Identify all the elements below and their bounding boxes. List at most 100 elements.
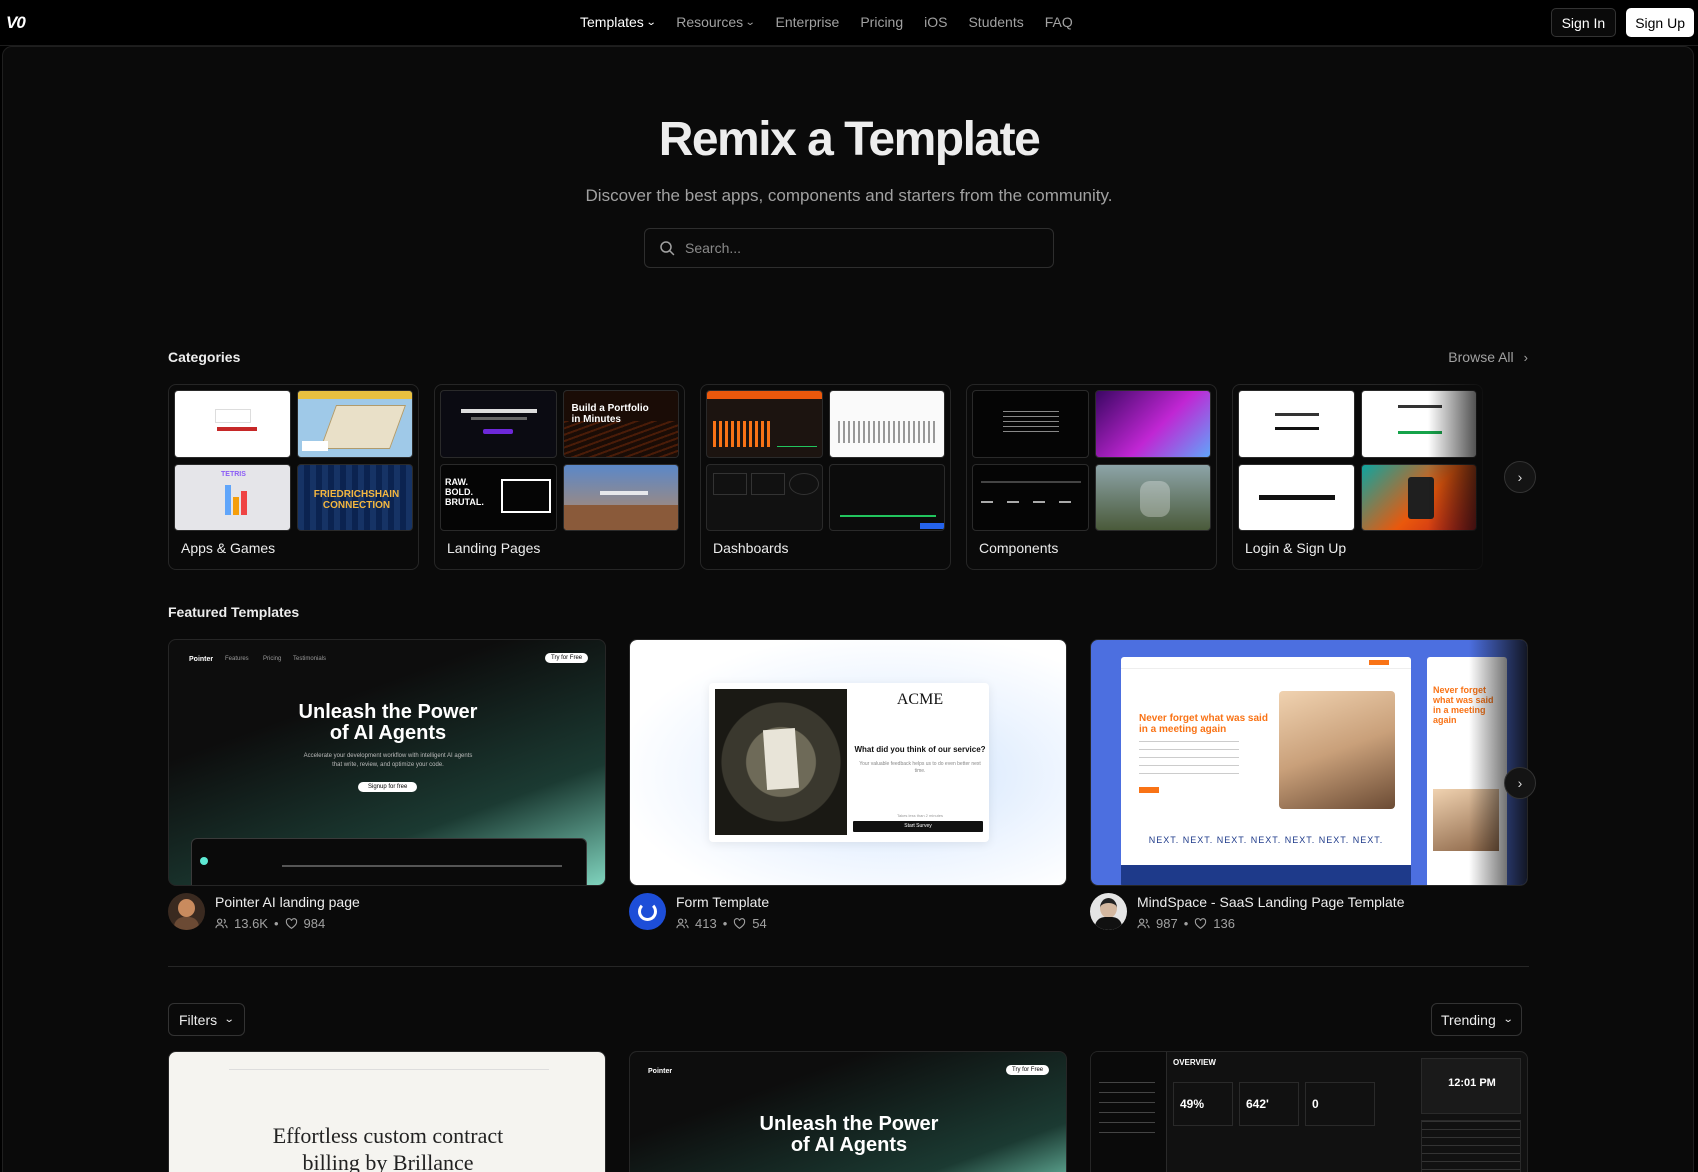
preview-editor — [191, 838, 587, 885]
featured-title: Featured Templates — [168, 604, 300, 620]
users-count: 13.6K — [234, 916, 268, 931]
thumb-friedrichshain: FRIEDRICHSHAIN CONNECTION — [296, 463, 413, 531]
thumb-app-1 — [174, 390, 291, 458]
form-image — [715, 689, 847, 835]
category-dashboards[interactable]: Dashboards — [700, 384, 951, 570]
heart-icon[interactable] — [285, 917, 298, 930]
page-subtitle: Discover the best apps, components and s… — [585, 186, 1113, 205]
category-label: Landing Pages — [447, 540, 541, 556]
nav-pricing[interactable]: Pricing — [860, 14, 903, 30]
preview-navbar — [229, 1060, 549, 1070]
heart-icon[interactable] — [1194, 917, 1207, 930]
featured-meta-pointer: Pointer AI landing page 13.6K • 984 — [168, 893, 360, 931]
nav-resources[interactable]: Resources ⌄ — [676, 14, 756, 30]
nav-enterprise[interactable]: Enterprise — [776, 14, 840, 30]
preview-brand: Pointer — [648, 1068, 673, 1075]
preview-nav-3: Testimonials — [293, 656, 327, 662]
template-stats: 987 • 136 — [1137, 916, 1404, 931]
featured-card-pointer[interactable]: Pointer Features Pricing Testimonials Tr… — [168, 639, 606, 886]
category-label: Login & Sign Up — [1245, 540, 1347, 556]
preview-stat-1: 49% — [1180, 1097, 1205, 1111]
featured-meta-form: Form Template 413 • 54 — [629, 893, 769, 931]
preview-title: OVERVIEW — [1173, 1058, 1216, 1067]
preview-cta: Try for Free — [545, 653, 589, 663]
users-icon — [215, 918, 228, 929]
category-landing-pages[interactable]: Build a Portfolio in Minutes RAW. BOLD. … — [434, 384, 685, 570]
preview-time: 12:01 PM — [1448, 1077, 1496, 1089]
chevron-down-icon: ⌄ — [1502, 1014, 1514, 1025]
preview-headline: Unleash the Power of AI Agents — [630, 1114, 1066, 1156]
categories-title: Categories — [168, 349, 241, 365]
sign-up-button[interactable]: Sign Up — [1626, 8, 1694, 37]
thumb-comp-1 — [972, 390, 1089, 458]
top-nav: V0 Templates ⌄ Resources ⌄ Enterprise Pric… — [0, 0, 1698, 46]
preview-headline-2: of AI Agents — [329, 722, 447, 744]
users-icon — [676, 918, 689, 929]
template-card-pointer[interactable]: Pointer Try for Free Unleash the Power o… — [629, 1051, 1067, 1172]
heart-icon[interactable] — [733, 917, 746, 930]
filters-button[interactable]: Filters ⌄ — [168, 1003, 245, 1036]
avatar[interactable] — [168, 893, 205, 930]
template-stats: 13.6K • 984 — [215, 916, 360, 931]
category-label: Dashboards — [713, 540, 789, 556]
thumb-landscape — [562, 463, 679, 531]
nav-ios[interactable]: iOS — [924, 14, 947, 30]
search-input[interactable] — [685, 229, 1035, 267]
mindspace-photo — [1279, 691, 1395, 809]
mindspace-headline: Never forget what was said in a meeting … — [1139, 713, 1268, 735]
likes-count: 984 — [303, 916, 326, 931]
brutal-text: RAW. BOLD. BRUTAL. — [445, 476, 484, 507]
thumb-comp-3 — [972, 463, 1089, 531]
featured-card-form[interactable]: ACME What did you think of our service? … — [629, 639, 1067, 886]
template-title[interactable]: Form Template — [676, 894, 769, 910]
sign-in-button[interactable]: Sign In — [1550, 8, 1617, 37]
preview-headline: Unleash the Power of AI Agents — [169, 701, 605, 744]
dot-separator: • — [722, 916, 728, 931]
preview-stat-2: 642' — [1246, 1097, 1269, 1111]
form-button: Start Survey — [853, 821, 983, 832]
template-title[interactable]: MindSpace - SaaS Landing Page Template — [1137, 894, 1404, 910]
categories-carousel: TETRIS FRIEDRICHSHAIN CONNECTION Apps & … — [168, 384, 1508, 571]
thumb-dash-2 — [828, 390, 945, 458]
thumb-landing-1 — [440, 390, 557, 458]
thumb-dash-3 — [706, 463, 823, 531]
template-card-overview[interactable]: OVERVIEW 49% 642' 0 12:01 PM — [1090, 1051, 1528, 1172]
thumb-app-2 — [296, 390, 413, 458]
chevron-down-icon: ⌄ — [645, 16, 657, 28]
avatar[interactable] — [1090, 893, 1127, 930]
nav-templates[interactable]: Templates ⌄ — [580, 14, 657, 30]
users-count: 413 — [695, 916, 717, 931]
preview-headline-2: of AI Agents — [790, 1134, 908, 1156]
avatar[interactable] — [629, 893, 666, 930]
preview-headline-1: Unleash the Power — [298, 701, 478, 723]
chevron-down-icon: ⌄ — [223, 1014, 235, 1025]
sort-select[interactable]: Trending ⌄ — [1431, 1003, 1523, 1036]
featured-card-mindspace[interactable]: Never forget what was said in a meeting … — [1090, 639, 1528, 886]
featured-next-button[interactable]: › — [1504, 767, 1536, 799]
section-divider — [168, 966, 1529, 967]
preview-headline-1: Effortless custom contract — [272, 1123, 504, 1148]
mindspace-preview: Never forget what was said in a meeting … — [1121, 657, 1411, 885]
thumb-dash-4 — [828, 463, 945, 531]
category-label: Components — [979, 540, 1059, 556]
preview-cta: Try for Free — [1006, 1065, 1050, 1075]
auth-buttons: Sign In Sign Up — [1550, 8, 1694, 37]
category-components[interactable]: Components — [966, 384, 1217, 570]
categories-next-button[interactable]: › — [1504, 461, 1536, 493]
form-brand: ACME — [896, 691, 944, 708]
preview-brand: Pointer — [189, 656, 214, 663]
category-apps-games[interactable]: TETRIS FRIEDRICHSHAIN CONNECTION Apps & … — [168, 384, 419, 570]
users-icon — [1137, 918, 1150, 929]
thumb-tetris: TETRIS — [174, 463, 291, 531]
chevron-right-icon: › — [1523, 349, 1528, 365]
thumb-comp-4 — [1094, 463, 1211, 531]
template-card-brillance[interactable]: Effortless custom contract billing by Br… — [168, 1051, 606, 1172]
template-title[interactable]: Pointer AI landing page — [215, 894, 360, 910]
nav-students[interactable]: Students — [968, 14, 1023, 30]
nav-faq[interactable]: FAQ — [1045, 14, 1073, 30]
search-icon — [660, 241, 675, 256]
browse-all-link[interactable]: Browse All › — [1448, 349, 1528, 365]
nav-templates-label: Templates — [580, 14, 644, 30]
v0-logo[interactable]: V0 — [6, 13, 26, 33]
filters-label: Filters — [179, 1011, 218, 1028]
